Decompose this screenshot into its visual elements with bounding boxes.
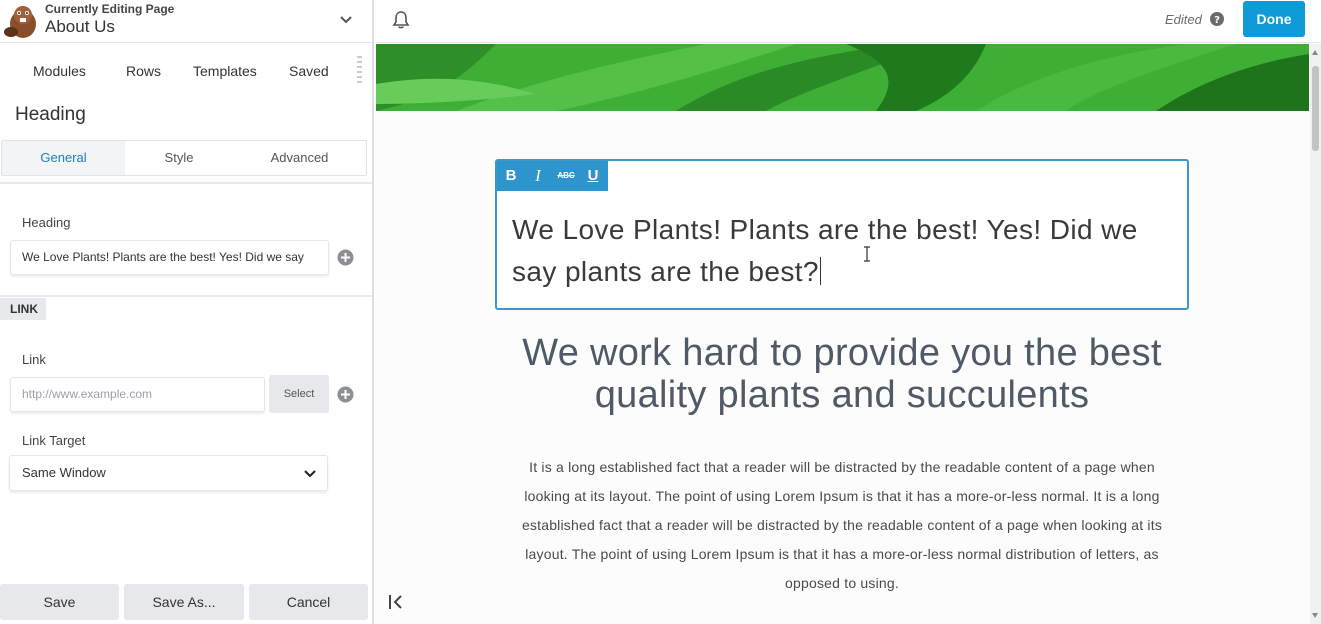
link-target-select[interactable]: Same Window — [9, 455, 328, 491]
select-button[interactable]: Select — [269, 375, 329, 413]
plus-circle-icon[interactable] — [337, 386, 354, 403]
chevron-down-icon — [304, 470, 316, 478]
settings-panel: Currently Editing Page About Us Modules … — [0, 0, 374, 624]
scroll-up-icon[interactable] — [1312, 50, 1318, 55]
link-target-value: Same Window — [22, 465, 106, 480]
svg-text:?: ? — [1214, 15, 1220, 26]
hero-leaf-image — [376, 44, 1309, 111]
tab-rows[interactable]: Rows — [126, 63, 161, 79]
section-title: Heading — [15, 104, 86, 125]
heading-editor[interactable]: B I ABC U We Love Plants! Plants are the… — [495, 159, 1189, 310]
drag-handle-icon[interactable] — [357, 56, 362, 86]
tab-modules[interactable]: Modules — [33, 63, 86, 79]
tab-saved[interactable]: Saved — [289, 63, 329, 79]
panel-header[interactable]: Currently Editing Page About Us — [0, 0, 372, 43]
format-toolbar: B I ABC U — [497, 161, 608, 191]
page-scrollbar[interactable] — [1310, 44, 1321, 624]
tab-templates[interactable]: Templates — [193, 63, 257, 79]
tab-style[interactable]: Style — [125, 141, 233, 175]
link-placeholder: http://www.example.com — [22, 387, 153, 401]
beaver-logo-icon — [4, 6, 36, 38]
strikethrough-button[interactable]: ABC — [554, 161, 578, 191]
link-field-label: Link — [22, 352, 46, 367]
body-paragraph: It is a long established fact that a rea… — [521, 459, 1163, 591]
text-caret — [819, 257, 821, 285]
italic-button[interactable]: I — [526, 161, 550, 191]
link-section-label: LINK — [0, 298, 46, 320]
subheading: We work hard to provide you the best qua… — [522, 332, 1162, 416]
collapse-panel-icon[interactable] — [387, 594, 405, 610]
save-button[interactable]: Save — [0, 584, 119, 620]
edited-status: Edited — [1165, 12, 1202, 27]
bold-button[interactable]: B — [499, 161, 523, 191]
heading-text[interactable]: We Love Plants! Plants are the best! Yes… — [512, 209, 1182, 293]
tab-general[interactable]: General — [2, 141, 125, 175]
settings-subtabs: General Style Advanced — [1, 140, 367, 176]
plus-circle-icon[interactable] — [337, 249, 354, 266]
scrollbar-thumb[interactable] — [1312, 66, 1319, 151]
done-button[interactable]: Done — [1243, 1, 1305, 37]
text-cursor-icon — [864, 246, 870, 262]
save-as-button[interactable]: Save As... — [124, 584, 244, 620]
page-name: About Us — [45, 17, 115, 36]
chevron-down-icon[interactable] — [338, 12, 354, 28]
heading-text-content: We Love Plants! Plants are the best! Yes… — [512, 214, 1138, 287]
link-input[interactable]: http://www.example.com — [10, 377, 265, 412]
heading-field-label: Heading — [22, 215, 71, 230]
cancel-button[interactable]: Cancel — [249, 584, 368, 620]
tab-advanced[interactable]: Advanced — [233, 141, 366, 175]
top-bar: Edited ? Done — [376, 0, 1321, 43]
scroll-down-icon[interactable] — [1312, 613, 1318, 618]
bell-icon[interactable] — [391, 10, 411, 30]
editing-label: Currently Editing Page — [45, 2, 175, 16]
main-tabs: Modules Rows Templates Saved — [0, 44, 372, 98]
help-icon[interactable]: ? — [1210, 12, 1224, 26]
divider — [0, 295, 372, 297]
heading-input[interactable]: We Love Plants! Plants are the best! Yes… — [10, 240, 329, 275]
underline-button[interactable]: U — [581, 161, 605, 191]
link-target-label: Link Target — [22, 433, 86, 448]
divider — [0, 182, 372, 184]
